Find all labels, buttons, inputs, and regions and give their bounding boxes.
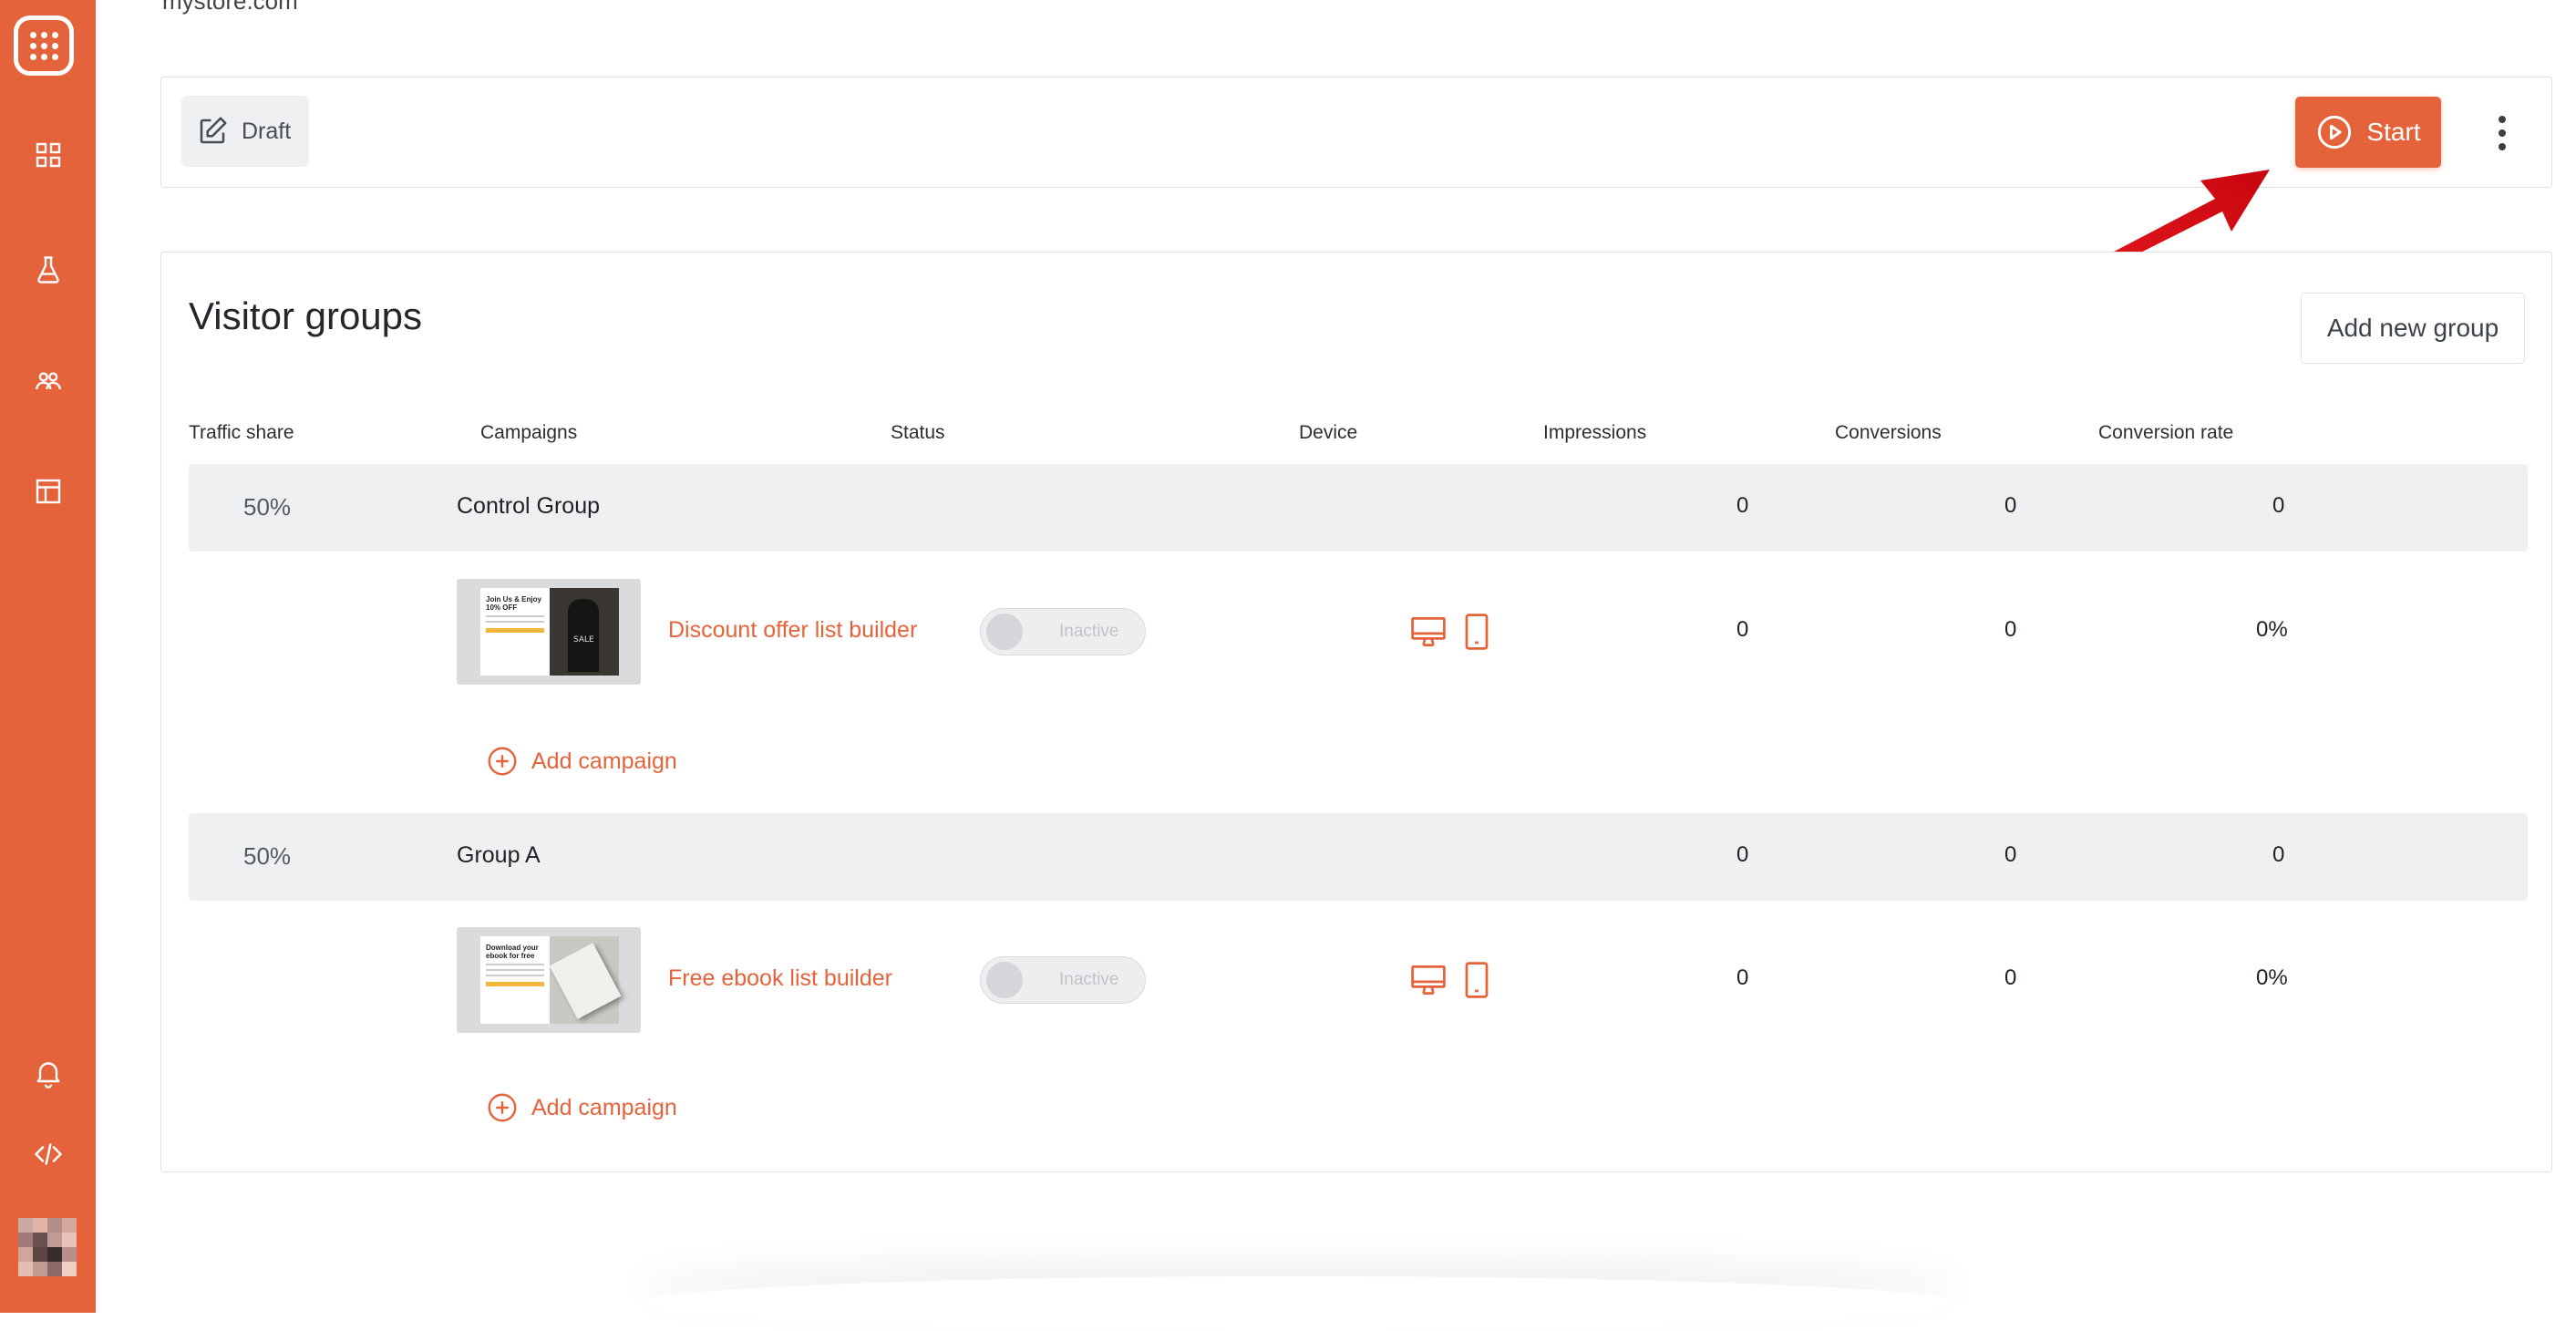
add-campaign-button[interactable]: Add campaign — [486, 743, 677, 779]
code-icon — [34, 1143, 62, 1165]
group-conversion-rate: 0 — [2272, 493, 2285, 518]
sidebar-item-templates[interactable] — [0, 464, 96, 519]
campaign-status-toggle[interactable]: Inactive — [980, 608, 1146, 655]
add-campaign-label: Add campaign — [531, 748, 677, 774]
campaign-name-link[interactable]: Discount offer list builder — [668, 617, 917, 644]
campaign-row: Join Us & Enjoy 10% OFF SALE Discount of… — [189, 579, 2528, 685]
add-new-group-button[interactable]: Add new group — [2301, 293, 2525, 364]
thumbnail-headline: Download your ebook for free — [486, 944, 539, 960]
campaign-impressions: 0 — [1736, 617, 1749, 642]
traffic-share: 50% — [243, 842, 292, 870]
mobile-icon[interactable] — [1459, 960, 1494, 1000]
draft-status-button[interactable]: Draft — [181, 96, 309, 167]
column-header-impressions: Impressions — [1543, 422, 1647, 443]
more-options-icon[interactable] — [2488, 112, 2516, 154]
layout-icon — [36, 479, 60, 504]
campaign-status-toggle[interactable]: Inactive — [980, 956, 1146, 1004]
play-circle-icon — [2318, 115, 2352, 150]
group-row-a[interactable]: 50% Group A 0 0 0 — [189, 813, 2528, 901]
campaign-thumbnail[interactable]: Download your ebook for free — [457, 927, 641, 1033]
traffic-share: 50% — [243, 493, 292, 521]
bottom-shadow — [638, 1276, 1960, 1331]
thumbnail-image-text: SALE — [573, 635, 594, 645]
campaign-status-label: Inactive — [1059, 970, 1119, 989]
plus-circle-icon — [488, 747, 517, 776]
campaign-conversion-rate: 0% — [2256, 617, 2288, 642]
visitor-groups-card: Visitor groups Add new group Traffic sha… — [160, 252, 2552, 1172]
group-name: Group A — [457, 842, 541, 868]
sidebar-item-code[interactable] — [0, 1127, 96, 1181]
group-row-control[interactable]: 50% Control Group 0 0 0 — [189, 464, 2528, 552]
group-conversion-rate: 0 — [2272, 842, 2285, 867]
dashboard-grid-icon — [36, 142, 60, 168]
app-logo-icon[interactable] — [14, 15, 74, 76]
campaign-conversion-rate: 0% — [2256, 965, 2288, 990]
group-impressions: 0 — [1736, 493, 1749, 518]
sidebar-item-audience[interactable] — [0, 354, 96, 408]
campaign-status-label: Inactive — [1059, 622, 1119, 641]
bell-icon — [36, 1062, 59, 1089]
column-header-status: Status — [891, 422, 945, 443]
campaign-thumbnail[interactable]: Join Us & Enjoy 10% OFF SALE — [457, 579, 641, 685]
campaign-impressions: 0 — [1736, 965, 1749, 990]
group-conversions: 0 — [2004, 842, 2017, 867]
column-header-traffic-share: Traffic share — [189, 422, 294, 443]
campaign-row: Download your ebook for free Free ebook … — [189, 927, 2528, 1033]
desktop-icon[interactable] — [1408, 960, 1448, 1000]
draft-label: Draft — [242, 118, 292, 144]
sidebar-item-experiments[interactable] — [0, 242, 96, 297]
thumbnail-headline: Join Us & Enjoy 10% OFF — [486, 595, 541, 612]
sidebar-item-notifications[interactable] — [0, 1046, 96, 1100]
flask-icon — [36, 256, 59, 284]
start-label: Start — [2366, 118, 2421, 146]
add-campaign-label: Add campaign — [531, 1094, 677, 1120]
sidebar — [0, 0, 96, 1313]
start-button[interactable]: Start — [2295, 97, 2441, 168]
column-header-campaigns: Campaigns — [480, 422, 578, 443]
campaign-name-link[interactable]: Free ebook list builder — [668, 965, 892, 992]
campaign-conversions: 0 — [2004, 617, 2017, 642]
group-name: Control Group — [457, 493, 601, 519]
users-icon — [35, 372, 61, 390]
avatar[interactable] — [18, 1218, 77, 1276]
column-header-conversion-rate: Conversion rate — [2098, 422, 2234, 443]
desktop-icon[interactable] — [1408, 612, 1448, 652]
page-title: Visitor groups — [189, 294, 423, 337]
campaign-conversions: 0 — [2004, 965, 2017, 990]
site-url: mystore.com — [162, 0, 298, 15]
column-header-conversions: Conversions — [1835, 422, 1942, 443]
edit-icon — [200, 117, 227, 144]
group-impressions: 0 — [1736, 842, 1749, 867]
plus-circle-icon — [488, 1093, 517, 1122]
add-campaign-button[interactable]: Add campaign — [486, 1089, 677, 1126]
experiment-toolbar: Draft Start — [160, 77, 2552, 188]
column-header-device: Device — [1299, 422, 1358, 443]
mobile-icon[interactable] — [1459, 612, 1494, 652]
group-conversions: 0 — [2004, 493, 2017, 518]
sidebar-item-dashboard[interactable] — [0, 128, 96, 182]
